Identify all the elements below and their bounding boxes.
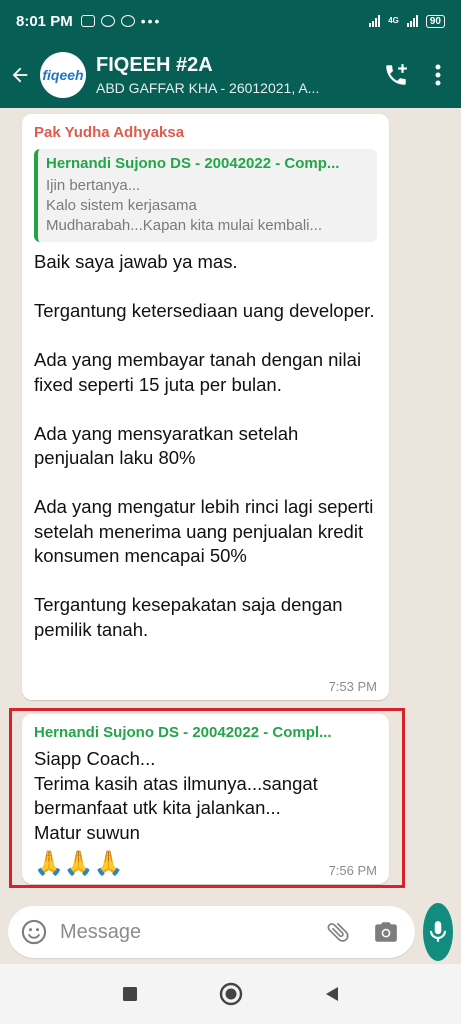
camera-icon[interactable] (373, 919, 399, 945)
message-input[interactable] (60, 920, 325, 944)
quoted-message[interactable]: Hernandi Sujono DS - 20042022 - Comp... … (34, 149, 377, 242)
signal-icon-2 (406, 15, 418, 27)
status-time: 8:01 PM (16, 12, 73, 30)
mic-icon (429, 921, 447, 942)
chat-title: FIQEEH #2A (96, 54, 213, 76)
recents-button-icon[interactable] (121, 985, 139, 1003)
back-button-icon[interactable] (323, 985, 341, 1003)
highlight-box (9, 708, 405, 888)
quoted-text: Ijin bertanya... Kalo sistem kerjasama M… (46, 177, 322, 234)
more-notifications-icon: ••• (140, 13, 162, 29)
chat-header: fiqeeh FIQEEH #2A ABD GAFFAR KHA - 26012… (0, 42, 461, 108)
add-call-icon[interactable] (383, 62, 409, 88)
quoted-author: Hernandi Sujono DS - 20042022 - Comp... (46, 155, 340, 172)
home-button-icon[interactable] (219, 982, 243, 1006)
attach-icon[interactable] (325, 919, 351, 945)
chat-subtitle: ABD GAFFAR KHA - 26012021, A... (96, 80, 320, 96)
message-time: 7:53 PM (328, 679, 377, 694)
signal-icon (369, 15, 381, 27)
message-bubble[interactable]: Pak Yudha Adhyaksa Hernandi Sujono DS - … (22, 114, 389, 700)
message-input-box[interactable] (8, 906, 415, 958)
emoji-icon[interactable] (20, 918, 48, 946)
chat-area[interactable]: Pak Yudha Adhyaksa Hernandi Sujono DS - … (0, 108, 461, 900)
status-bar: 8:01 PM ••• 4G 90 (0, 0, 461, 42)
back-button[interactable] (0, 64, 40, 86)
chat-title-block[interactable]: FIQEEH #2A ABD GAFFAR KHA - 26012021, A.… (96, 54, 367, 96)
network-type: 4G (388, 16, 399, 25)
notification-icons: ••• (80, 13, 162, 29)
message-notification-icon (80, 15, 95, 27)
voice-record-button[interactable] (423, 903, 453, 961)
message-text: Baik saya jawab ya mas. Tergantung keter… (34, 251, 375, 640)
b-notification-icon (100, 15, 115, 27)
message-sender[interactable]: Pak Yudha Adhyaksa (34, 124, 377, 141)
group-avatar[interactable]: fiqeeh (40, 52, 86, 98)
message-composer (0, 900, 461, 964)
whatsapp-notification-icon (120, 15, 135, 27)
avatar-logo-text: fiqeeh (42, 67, 84, 83)
battery-icon: 90 (425, 14, 445, 28)
system-nav-bar (0, 964, 461, 1024)
more-options-icon[interactable] (435, 64, 441, 86)
back-arrow-icon (12, 67, 28, 83)
